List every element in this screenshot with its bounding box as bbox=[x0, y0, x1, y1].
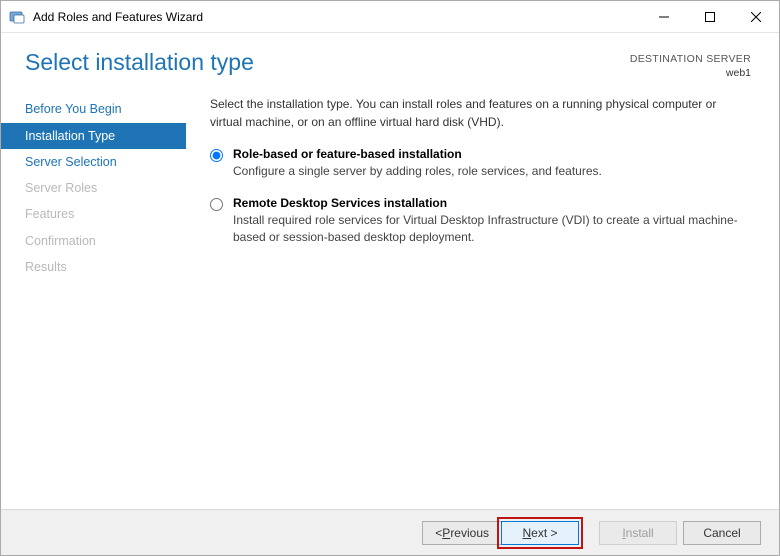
sidebar-item-before-you-begin[interactable]: Before You Begin bbox=[1, 96, 186, 122]
footer: < Previous Next > Install Cancel bbox=[1, 509, 779, 555]
destination-name: web1 bbox=[630, 67, 751, 81]
sidebar-item-installation-type[interactable]: Installation Type bbox=[1, 123, 186, 149]
option-title: Remote Desktop Services installation bbox=[233, 196, 751, 210]
page-title: Select installation type bbox=[25, 49, 630, 76]
radio-role-based[interactable] bbox=[210, 149, 223, 162]
option-title: Role-based or feature-based installation bbox=[233, 147, 602, 161]
content: Select the installation type. You can in… bbox=[186, 88, 779, 509]
sidebar-item-server-selection[interactable]: Server Selection bbox=[1, 149, 186, 175]
next-button[interactable]: Next > bbox=[501, 521, 579, 545]
option-description: Configure a single server by adding role… bbox=[233, 163, 602, 180]
body: Before You Begin Installation Type Serve… bbox=[1, 88, 779, 509]
option-remote-desktop[interactable]: Remote Desktop Services installation Ins… bbox=[210, 196, 751, 246]
option-role-based[interactable]: Role-based or feature-based installation… bbox=[210, 147, 751, 180]
sidebar-item-server-roles: Server Roles bbox=[1, 175, 186, 201]
maximize-button[interactable] bbox=[687, 1, 733, 32]
sidebar-item-features: Features bbox=[1, 201, 186, 227]
radio-remote-desktop[interactable] bbox=[210, 198, 223, 211]
intro-text: Select the installation type. You can in… bbox=[210, 96, 751, 131]
nav-button-group: < Previous Next > bbox=[422, 521, 579, 545]
page-header: Select installation type DESTINATION SER… bbox=[1, 33, 779, 88]
window-title: Add Roles and Features Wizard bbox=[33, 10, 641, 24]
sidebar: Before You Begin Installation Type Serve… bbox=[1, 88, 186, 509]
option-description: Install required role services for Virtu… bbox=[233, 212, 751, 246]
minimize-button[interactable] bbox=[641, 1, 687, 32]
destination-block: DESTINATION SERVER web1 bbox=[630, 49, 751, 80]
destination-label: DESTINATION SERVER bbox=[630, 53, 751, 67]
sidebar-item-confirmation: Confirmation bbox=[1, 228, 186, 254]
install-button: Install bbox=[599, 521, 677, 545]
cancel-button[interactable]: Cancel bbox=[683, 521, 761, 545]
sidebar-item-results: Results bbox=[1, 254, 186, 280]
app-icon bbox=[9, 9, 25, 25]
titlebar: Add Roles and Features Wizard bbox=[1, 1, 779, 33]
close-button[interactable] bbox=[733, 1, 779, 32]
window-controls bbox=[641, 1, 779, 32]
previous-button[interactable]: < Previous bbox=[422, 521, 501, 545]
